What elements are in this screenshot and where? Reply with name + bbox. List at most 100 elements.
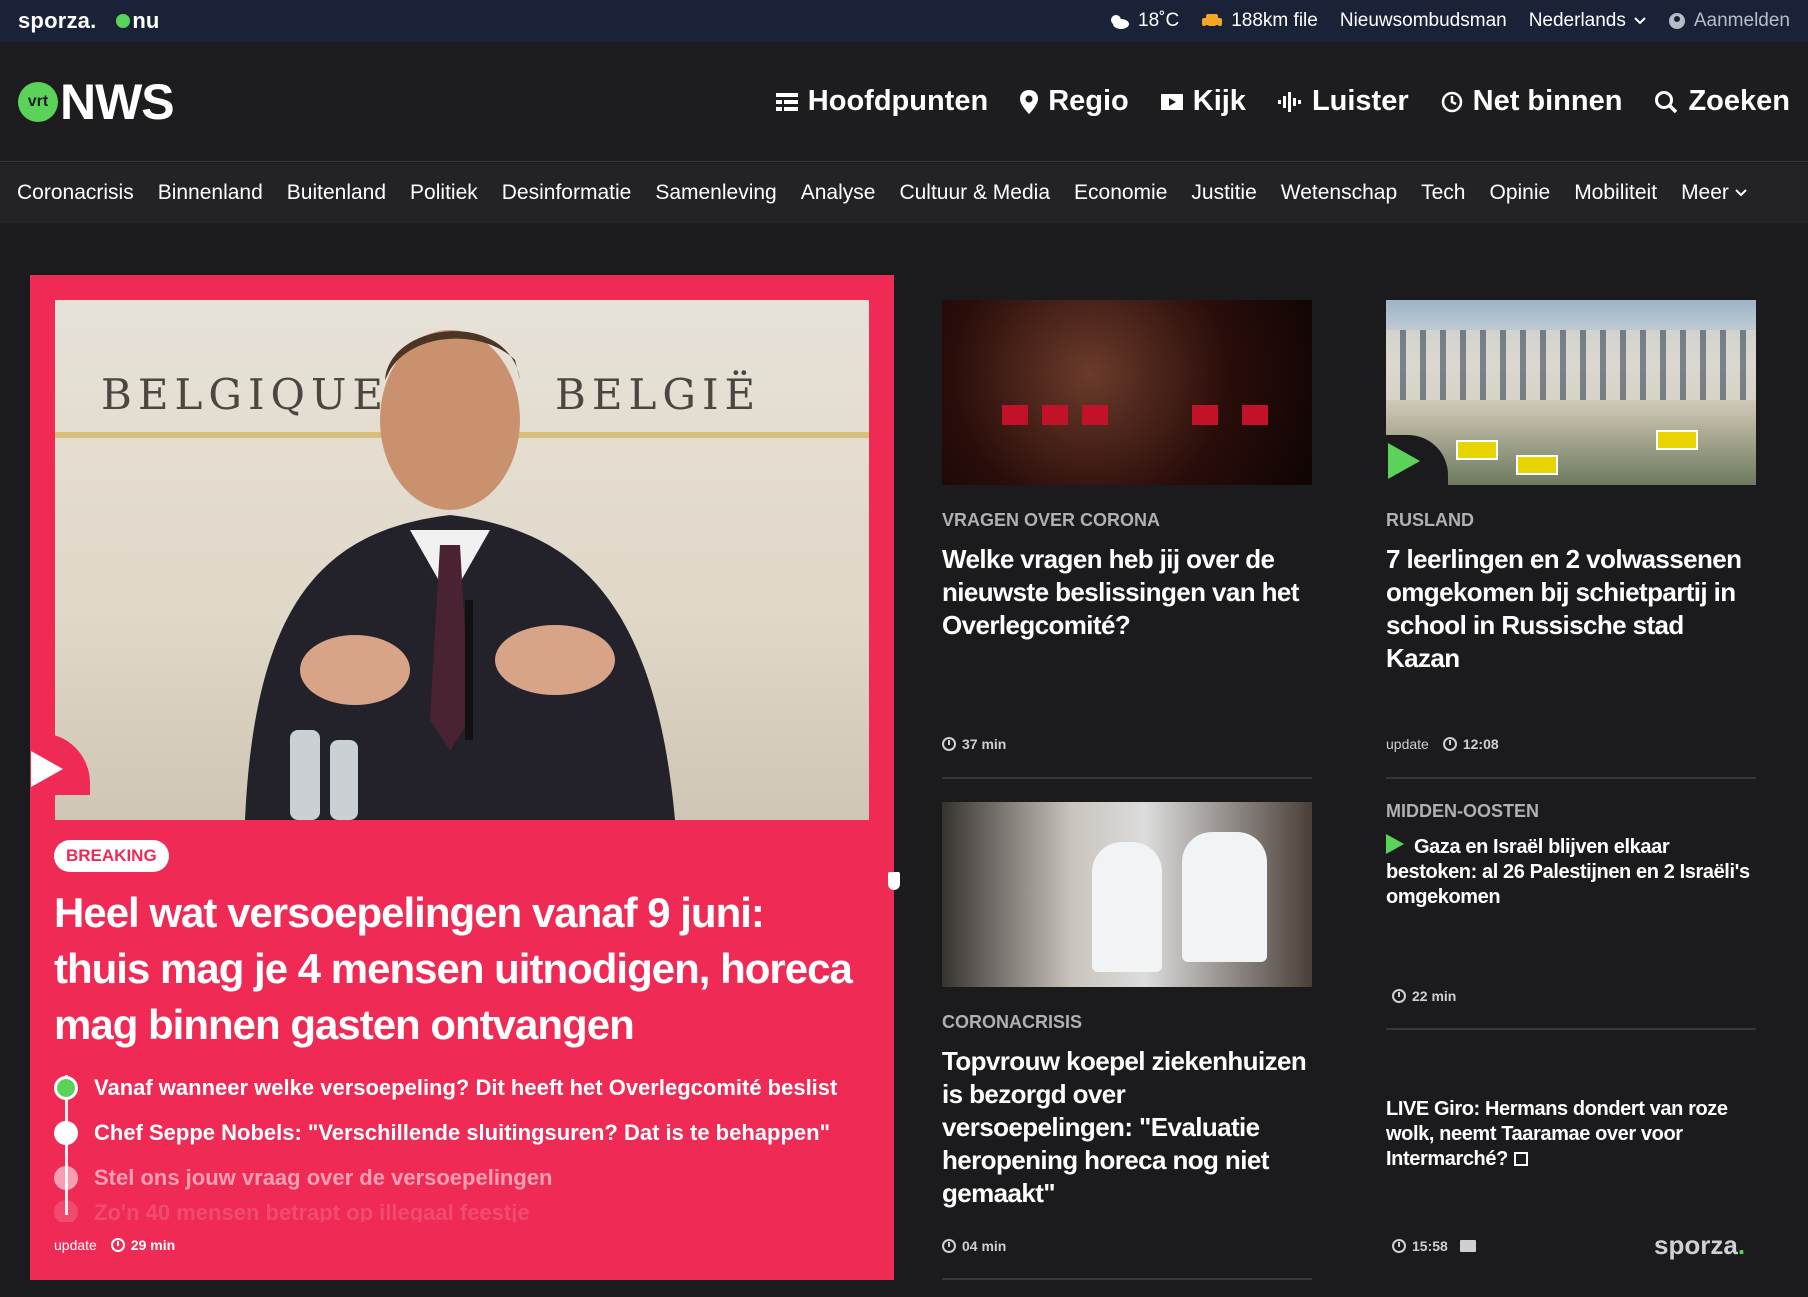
nav-hoofdpunten[interactable]: Hoofdpunten bbox=[775, 85, 989, 118]
external-link-icon bbox=[1513, 1152, 1528, 1166]
sporza-logo-text: sporza bbox=[1654, 1230, 1738, 1260]
article-title-text: LIVE Giro: Hermans dondert van roze wolk… bbox=[1386, 1098, 1728, 1170]
article-thumbnail[interactable] bbox=[1386, 300, 1756, 485]
sporza-logo[interactable]: sporza. bbox=[1654, 1230, 1745, 1261]
hero-time: 29 min bbox=[110, 1237, 175, 1253]
category-binnenland[interactable]: Binnenland bbox=[158, 181, 263, 205]
traffic-link[interactable]: 188km file bbox=[1201, 10, 1318, 32]
video-play-icon bbox=[1160, 93, 1183, 110]
hero-image[interactable]: BELGIQUE BELGIË bbox=[55, 300, 869, 820]
article-meta: update 12:08 bbox=[1386, 736, 1499, 752]
article-thumbnail[interactable] bbox=[942, 802, 1312, 987]
article-kicker[interactable]: CORONACRISIS bbox=[942, 1012, 1312, 1033]
category-analyse[interactable]: Analyse bbox=[801, 181, 876, 205]
related-item[interactable]: Vanaf wanneer welke versoepeling? Dit he… bbox=[54, 1065, 874, 1110]
nav-hoofdpunten-label: Hoofdpunten bbox=[807, 85, 989, 117]
divider bbox=[942, 1278, 1312, 1280]
category-cultuur-media[interactable]: Cultuur & Media bbox=[899, 181, 1050, 205]
related-item-label: Chef Seppe Nobels: "Verschillende sluiti… bbox=[94, 1119, 831, 1145]
nav-regio[interactable]: Regio bbox=[1020, 85, 1129, 118]
category-coronacrisis[interactable]: Coronacrisis bbox=[17, 181, 134, 205]
timeline-dot-icon bbox=[54, 1200, 78, 1222]
category-nav: Coronacrisis Binnenland Buitenland Polit… bbox=[0, 163, 1808, 223]
category-tech[interactable]: Tech bbox=[1421, 181, 1465, 205]
article-title[interactable]: Gaza en Israël blijven elkaar bestoken: … bbox=[1386, 834, 1756, 910]
category-more[interactable]: Meer bbox=[1681, 181, 1747, 205]
nav-kijk[interactable]: Kijk bbox=[1160, 85, 1246, 118]
hero-meta: update 29 min bbox=[54, 1237, 175, 1253]
article-meta: 22 min bbox=[1392, 988, 1456, 1004]
nav-luister[interactable]: Luister bbox=[1277, 85, 1409, 118]
vehicle-shape bbox=[1516, 455, 1558, 475]
category-more-label: Meer bbox=[1681, 181, 1729, 204]
ombudsman-link[interactable]: Nieuwsombudsman bbox=[1340, 10, 1507, 32]
nav-net-binnen[interactable]: Net binnen bbox=[1441, 85, 1623, 118]
article-title-text: Gaza en Israël blijven elkaar bestoken: … bbox=[1386, 836, 1750, 908]
vrt-logo-badge: vrt bbox=[18, 81, 58, 122]
weather-link[interactable]: 18˚C bbox=[1108, 10, 1179, 32]
breaking-badge: BREAKING bbox=[54, 840, 169, 872]
seat-shape bbox=[1192, 405, 1218, 425]
chevron-down-icon bbox=[1735, 189, 1747, 197]
main-nav: Hoofdpunten Regio Kijk Luister Net binne… bbox=[775, 85, 1790, 118]
article-kicker[interactable]: RUSLAND bbox=[1386, 510, 1756, 531]
seat-shape bbox=[1082, 405, 1108, 425]
article-card[interactable]: RUSLAND 7 leerlingen en 2 volwassenen om… bbox=[1386, 300, 1756, 675]
nav-kijk-label: Kijk bbox=[1192, 85, 1246, 117]
language-selector[interactable]: Nederlands bbox=[1529, 10, 1646, 32]
category-desinformatie[interactable]: Desinformatie bbox=[502, 181, 632, 205]
clock-icon bbox=[1392, 989, 1406, 1003]
timeline-dot-icon bbox=[54, 1120, 78, 1145]
article-title[interactable]: Topvrouw koepel ziekenhuizen is bezorgd … bbox=[942, 1045, 1312, 1210]
article-title[interactable]: Welke vragen heb jij over de nieuwste be… bbox=[942, 543, 1312, 642]
play-icon[interactable] bbox=[1386, 435, 1448, 485]
article-time: 04 min bbox=[942, 1238, 1006, 1254]
seat-shape bbox=[1042, 405, 1068, 425]
category-opinie[interactable]: Opinie bbox=[1489, 181, 1550, 205]
sporza-link[interactable]: sporza. bbox=[18, 8, 96, 34]
article-card[interactable]: MIDDEN-OOSTEN Gaza en Israël blijven elk… bbox=[1386, 776, 1756, 910]
article-card[interactable]: LIVE Giro: Hermans dondert van roze wolk… bbox=[1386, 1085, 1756, 1172]
related-item[interactable]: Stel ons jouw vraag over de versoepeling… bbox=[54, 1155, 874, 1200]
nav-net-binnen-label: Net binnen bbox=[1472, 85, 1623, 117]
article-thumbnail[interactable] bbox=[942, 300, 1312, 485]
related-item[interactable]: Chef Seppe Nobels: "Verschillende sluiti… bbox=[54, 1110, 874, 1155]
sporza-logo-dot: . bbox=[1737, 1230, 1746, 1260]
article-card[interactable]: CORONACRISIS Topvrouw koepel ziekenhuize… bbox=[942, 802, 1312, 1210]
hero-article[interactable]: BELGIQUE BELGIË BREAKING Heel wat versoe… bbox=[30, 275, 894, 1280]
search-icon bbox=[1655, 90, 1678, 113]
article-title[interactable]: LIVE Giro: Hermans dondert van roze wolk… bbox=[1386, 1097, 1756, 1172]
user-icon bbox=[1668, 13, 1685, 29]
vrt-nws-logo[interactable]: vrt NWS bbox=[18, 73, 175, 131]
pin-icon bbox=[54, 1075, 78, 1100]
nws-logo-text: NWS bbox=[60, 73, 175, 130]
nav-regio-label: Regio bbox=[1048, 85, 1129, 117]
article-meta: 04 min bbox=[942, 1238, 1006, 1254]
clock-icon bbox=[942, 1239, 956, 1253]
login-link[interactable]: Aanmelden bbox=[1668, 10, 1790, 32]
category-wetenschap[interactable]: Wetenschap bbox=[1281, 181, 1397, 205]
nu-link[interactable]: nu bbox=[116, 8, 159, 34]
related-item[interactable]: Zo'n 40 mensen betrapt op illegaal feest… bbox=[54, 1200, 874, 1222]
language-label: Nederlands bbox=[1528, 10, 1626, 31]
category-mobiliteit[interactable]: Mobiliteit bbox=[1574, 181, 1657, 205]
cloud-sun-icon bbox=[1111, 15, 1130, 29]
article-card[interactable]: VRAGEN OVER CORONA Welke vragen heb jij … bbox=[942, 300, 1312, 642]
weather-label: 18˚C bbox=[1138, 10, 1180, 31]
speaker-figure bbox=[245, 330, 675, 820]
clock-icon bbox=[942, 737, 956, 751]
category-justitie[interactable]: Justitie bbox=[1191, 181, 1256, 205]
seat-shape bbox=[1242, 405, 1268, 425]
hero-title[interactable]: Heel wat versoepelingen vanaf 9 juni: th… bbox=[54, 885, 854, 1053]
article-kicker[interactable]: MIDDEN-OOSTEN bbox=[1386, 801, 1756, 822]
category-samenleving[interactable]: Samenleving bbox=[655, 181, 776, 205]
category-economie[interactable]: Economie bbox=[1074, 181, 1167, 205]
divider bbox=[1386, 1028, 1756, 1030]
article-kicker[interactable]: VRAGEN OVER CORONA bbox=[942, 510, 1312, 531]
article-title[interactable]: 7 leerlingen en 2 volwassenen omgekomen … bbox=[1386, 543, 1756, 675]
nav-zoeken[interactable]: Zoeken bbox=[1654, 85, 1790, 118]
category-politiek[interactable]: Politiek bbox=[410, 181, 478, 205]
category-buitenland[interactable]: Buitenland bbox=[287, 181, 386, 205]
video-camera-icon bbox=[1459, 1240, 1476, 1252]
article-time-value: 04 min bbox=[962, 1238, 1007, 1254]
